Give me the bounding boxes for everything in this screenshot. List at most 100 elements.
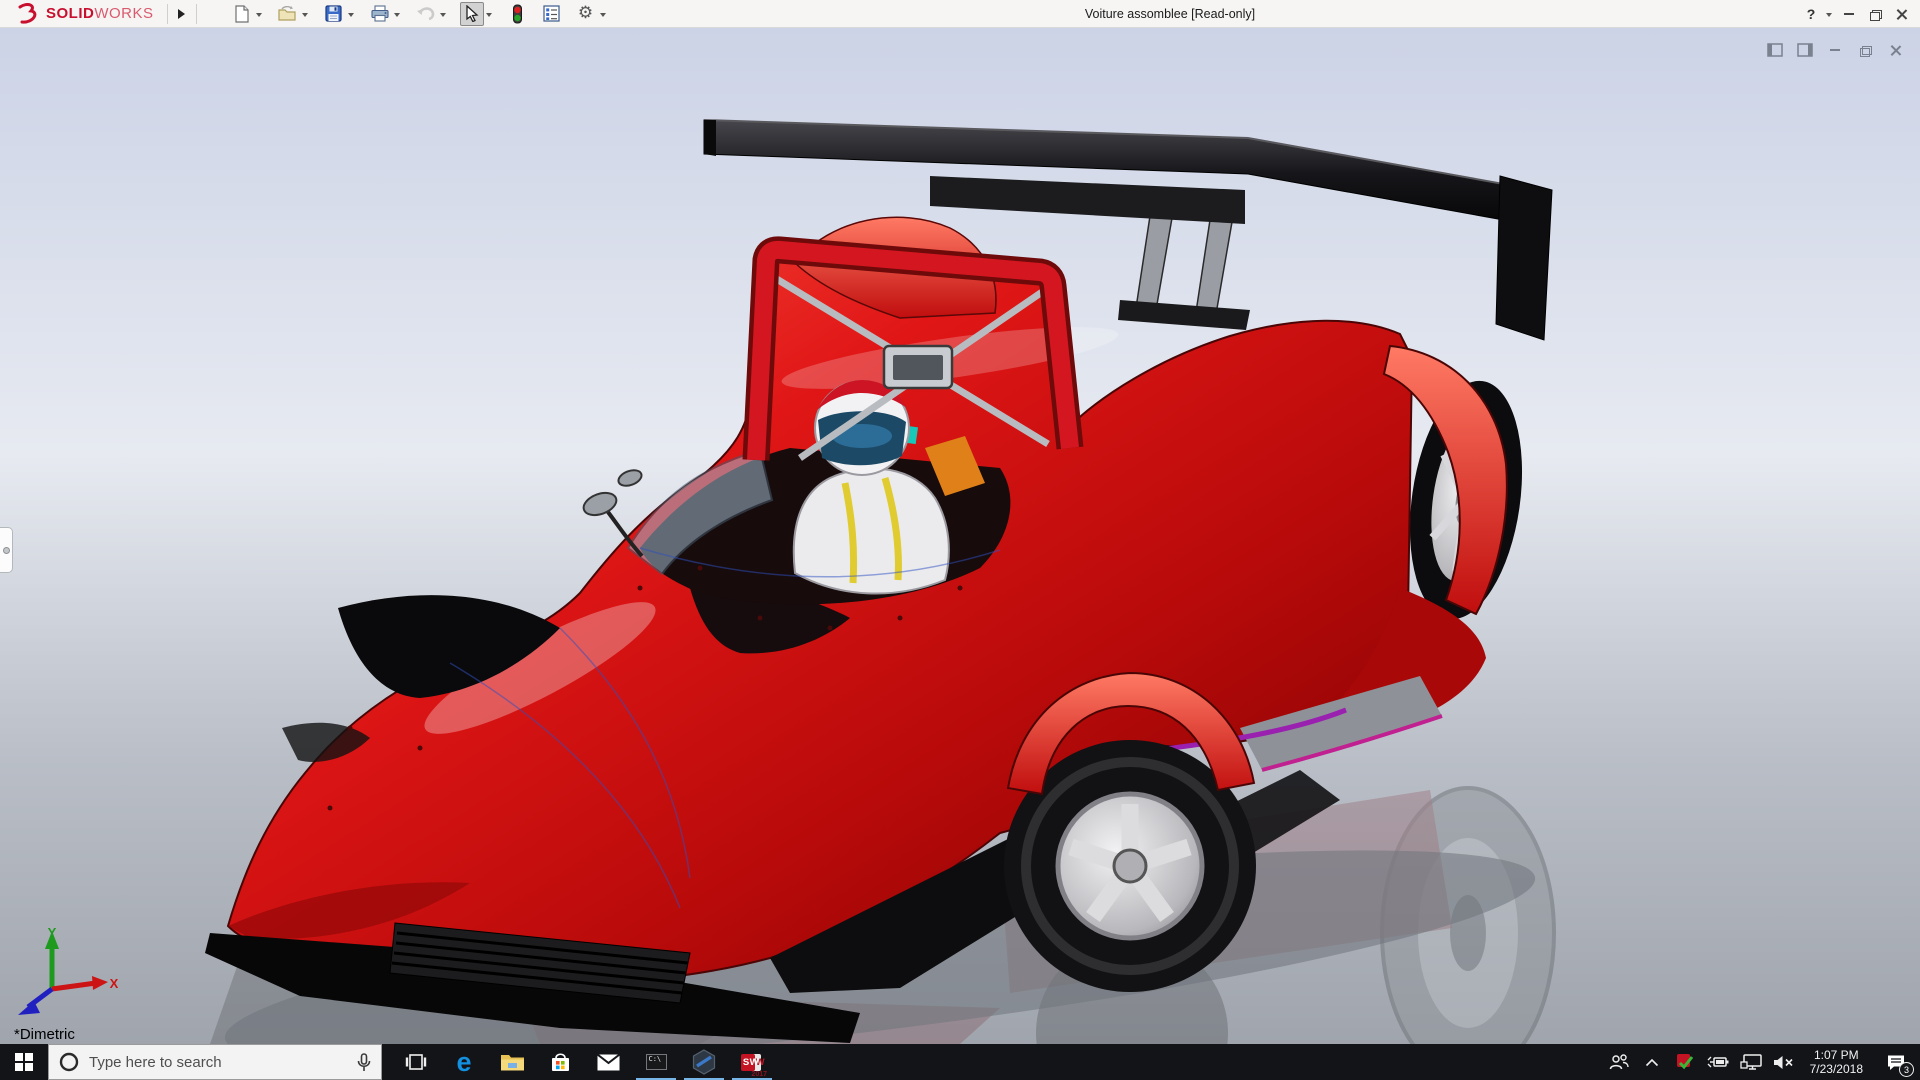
system-tray: 1:07 PM 7/23/2018 3 [1606,1044,1920,1080]
clock-time: 1:07 PM [1810,1048,1863,1062]
window-title: Voiture assomblee [Read-only] [1020,7,1320,21]
select-button[interactable] [460,2,484,26]
taskbar-store[interactable] [536,1044,584,1080]
sw-check-icon [1676,1053,1694,1071]
command-prompt-icon: C:\ [646,1054,667,1070]
file-explorer-icon [500,1052,525,1072]
rebuild-button[interactable] [506,2,530,26]
new-document-icon [234,5,250,23]
taskbar-search[interactable] [48,1044,382,1080]
rebuild-traffic-light-icon [512,4,523,24]
print-button[interactable] [368,2,392,26]
new-dropdown-caret[interactable] [256,13,262,17]
open-dropdown-caret[interactable] [302,13,308,17]
volume-tray[interactable] [1771,1044,1797,1080]
undo-dropdown-caret[interactable] [440,13,446,17]
car-model-view [0,28,1920,1044]
volume-muted-icon [1773,1055,1795,1070]
network-display-icon [1740,1054,1762,1070]
brand-text: SOLIDWORKS [46,5,154,22]
pane-left-button[interactable] [1766,42,1784,58]
triad-y-label: Y [48,925,57,940]
people-icon [1608,1054,1630,1070]
print-dropdown-caret[interactable] [394,13,400,17]
new-document-button[interactable] [230,2,254,26]
minimize-icon [1830,49,1840,51]
clock-date: 7/23/2018 [1810,1062,1863,1076]
windows-taskbar: e C:\ [0,1044,1920,1080]
power-tray[interactable] [1705,1044,1731,1080]
tab-handle-dot [3,547,10,554]
taskbar-composer[interactable] [680,1044,728,1080]
3ds-mark-icon [12,3,42,25]
reference-triad: Y X [8,923,118,1023]
window-controls: ? [1798,0,1920,28]
doc-restore-button[interactable] [1856,42,1874,58]
help-dropdown-caret[interactable] [1826,13,1832,17]
taskbar-mail[interactable] [584,1044,632,1080]
action-center-button[interactable]: 3 [1876,1044,1916,1080]
pane-right-button[interactable] [1796,42,1814,58]
windows-logo-icon [15,1053,33,1071]
solidworks-logo: SOLIDWORKS [0,3,162,25]
select-dropdown-caret[interactable] [486,13,492,17]
title-bar: SOLIDWORKS [0,0,1920,28]
search-input[interactable] [89,1054,347,1071]
file-properties-button[interactable] [540,2,564,26]
save-floppy-icon [325,5,342,22]
divider [196,4,197,24]
save-button[interactable] [322,2,346,26]
options-button[interactable]: ⚙ [574,2,598,26]
cortana-icon [59,1052,79,1072]
restore-icon [1860,46,1870,55]
minimize-icon [1844,13,1854,15]
save-dropdown-caret[interactable] [348,13,354,17]
battery-plug-icon [1706,1055,1730,1069]
close-icon [1890,45,1901,56]
undo-icon [416,6,435,21]
hexagon-app-icon [692,1049,716,1075]
microphone-icon[interactable] [357,1053,371,1072]
task-view-icon [405,1053,427,1071]
file-properties-icon [543,5,560,22]
triad-x-label: X [110,976,118,991]
network-tray[interactable] [1738,1044,1764,1080]
hidden-icons-button[interactable] [1639,1044,1665,1080]
open-button[interactable] [276,2,300,26]
graphics-viewport[interactable]: Y X *Dimetric [0,28,1920,1044]
taskbar-edge[interactable]: e [440,1044,488,1080]
taskbar-clock[interactable]: 1:07 PM 7/23/2018 [1804,1048,1869,1076]
people-button[interactable] [1606,1044,1632,1080]
restore-button[interactable] [1862,1,1888,27]
taskbar-apps: e C:\ [392,1044,776,1080]
feature-tree-collapsed-tab[interactable] [0,527,13,573]
options-dropdown-caret[interactable] [600,13,606,17]
close-button[interactable] [1888,1,1914,27]
doc-close-button[interactable] [1886,42,1904,58]
task-view-button[interactable] [392,1044,440,1080]
quick-toolbar: ⚙ [230,2,618,26]
store-icon [550,1052,571,1073]
document-window-controls [1766,42,1904,58]
close-icon [1896,9,1907,20]
gear-icon: ⚙ [578,5,593,22]
taskbar-file-explorer[interactable] [488,1044,536,1080]
help-button[interactable]: ? [1798,1,1824,27]
start-button[interactable] [0,1044,48,1080]
flyout-arrow-icon [178,9,185,19]
doc-minimize-button[interactable] [1826,42,1844,58]
undo-button[interactable] [414,2,438,26]
mail-icon [597,1054,620,1071]
open-folder-icon [278,6,297,22]
menu-flyout-button[interactable] [173,3,191,25]
taskbar-command-prompt[interactable]: C:\ [632,1044,680,1080]
solidworks-monitor-tray[interactable] [1672,1044,1698,1080]
taskbar-solidworks-2017[interactable]: SW 2017 [728,1044,776,1080]
select-cursor-icon [465,5,479,22]
view-orientation-label: *Dimetric [14,1026,75,1043]
divider [167,4,168,24]
edge-icon: e [456,1049,471,1076]
solidworks-2017-icon: SW 2017 [739,1049,765,1075]
notification-badge: 3 [1899,1062,1914,1077]
minimize-button[interactable] [1836,1,1862,27]
